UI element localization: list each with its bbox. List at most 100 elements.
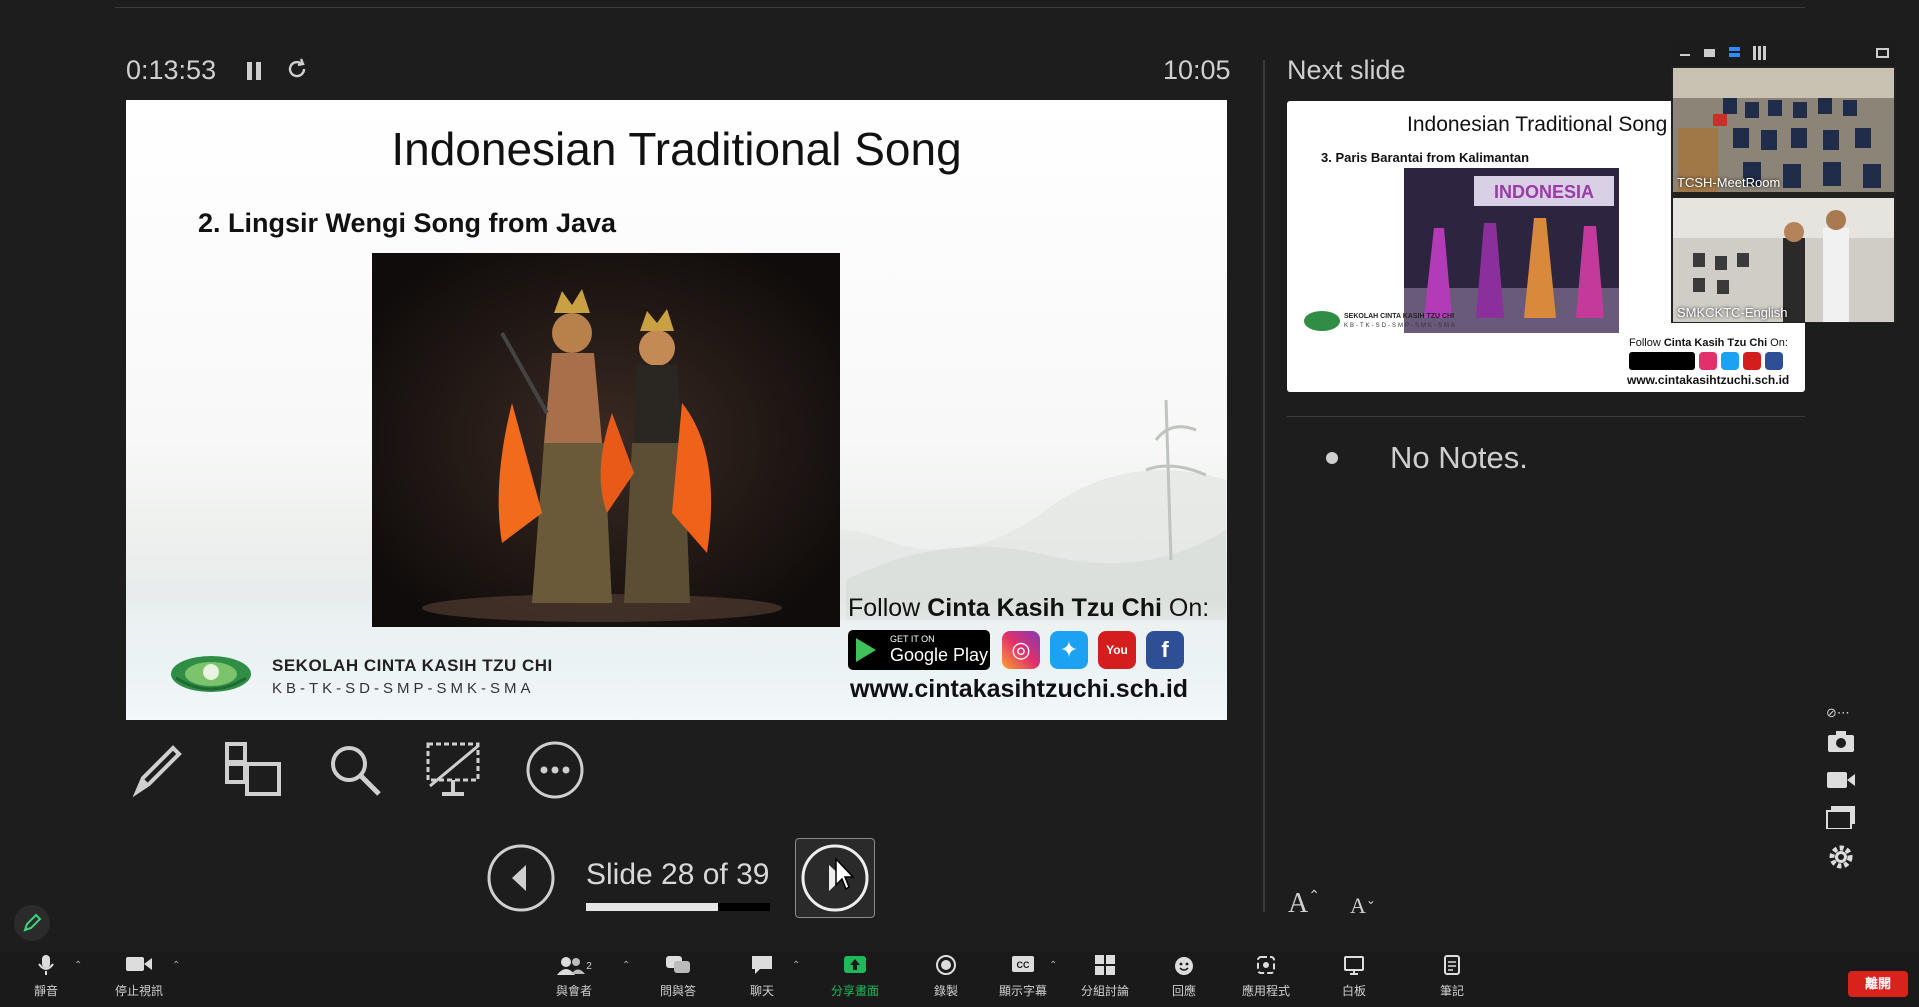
annotate-pencil-icon[interactable] [14, 905, 50, 941]
clock: 10:05 [1163, 55, 1231, 85]
next-school-logo [1304, 311, 1340, 331]
video-tile[interactable]: SMKCKTC-English [1673, 198, 1894, 322]
mute-button[interactable]: 靜音 [28, 954, 64, 999]
pane-divider [1263, 60, 1265, 912]
black-screen-icon[interactable] [424, 740, 484, 800]
microphone-icon [28, 954, 64, 980]
elapsed-timer: 0:13:53 [126, 55, 217, 85]
share-screen-button[interactable]: 分享畫面 [828, 954, 882, 999]
slide-title: Indonesian Traditional Song [391, 123, 962, 175]
gallery-view-icon[interactable] [1753, 46, 1767, 60]
next-slide-subtitle: 3. Paris Barantai from Kalimantan [1321, 150, 1530, 165]
captions-options-caret[interactable]: ⌃ [1049, 960, 1057, 971]
next-slide-label: Next slide [1287, 55, 1406, 85]
next-follow-text: Follow Cinta Kasih Tzu Chi On: [1629, 337, 1788, 349]
chat-button[interactable]: 聊天 [744, 954, 780, 999]
closed-captions-icon: CC [996, 954, 1050, 980]
record-button[interactable]: 錄製 [928, 954, 964, 999]
breakout-rooms-icon [1078, 954, 1132, 980]
record-video-icon[interactable] [1826, 768, 1858, 796]
stop-video-button[interactable]: 停止視訊 [110, 954, 168, 999]
next-slide-title: Indonesian Traditional Song [1407, 113, 1668, 136]
chat-options-caret[interactable]: ⌃ [792, 960, 800, 971]
meeting-toolbar: 靜音 ⌃ 停止視訊 ⌃ 2 與會者 ⌃ 問與答 聊天 ⌃ 分享畫面 錄製 CC … [0, 952, 1919, 1007]
increase-font-icon[interactable]: A⌃ [1288, 888, 1320, 920]
whiteboard-icon [1338, 954, 1370, 980]
qa-icon [656, 954, 700, 980]
facebook-icon: f [1146, 631, 1184, 669]
speaker-notes: No Notes. [1390, 440, 1528, 475]
settings-gear-icon[interactable] [1826, 843, 1858, 871]
svg-text:INDONESIA: INDONESIA [1494, 182, 1594, 202]
next-google-play-badge [1629, 352, 1695, 370]
video-camera-icon [110, 954, 168, 980]
share-screen-icon [828, 954, 882, 980]
hide-video-icon[interactable] [1704, 49, 1715, 57]
next-slide-url: www.cintakasihtzuchi.sch.id [1627, 373, 1790, 387]
more-options-icon[interactable] [525, 740, 585, 800]
school-levels: KB-TK-SD-SMP-SMK-SMA [272, 680, 535, 697]
notes-divider [1287, 416, 1805, 417]
notes-button[interactable]: 筆記 [1436, 954, 1468, 999]
decrease-font-icon[interactable]: A⌄ [1350, 893, 1376, 919]
next-instagram-icon [1699, 352, 1717, 370]
next-school-levels: KB-TK-SD-SMP-SMK-SMA [1344, 323, 1458, 329]
apps-icon [1238, 954, 1294, 980]
audio-options-caret[interactable]: ⌃ [74, 960, 82, 971]
notes-bullet [1326, 452, 1338, 464]
school-name: SEKOLAH CINTA KASIH TZU CHI [272, 656, 553, 675]
next-slide-photo: INDONESIA [1404, 168, 1619, 333]
next-facebook-icon [1765, 352, 1783, 370]
top-divider [115, 7, 1805, 8]
participant-name: SMKCKTC-English [1677, 305, 1788, 320]
participants-options-caret[interactable]: ⌃ [622, 960, 630, 971]
apps-button[interactable]: 應用程式 [1238, 954, 1294, 999]
next-twitter-icon [1721, 352, 1739, 370]
pen-tool-icon[interactable] [127, 740, 187, 800]
slide-counter: Slide 28 of 39 [586, 858, 770, 891]
qa-button[interactable]: 問與答 [656, 954, 700, 999]
participant-name: TCSH-MeetRoom [1677, 175, 1781, 190]
slide-progress-bar [586, 903, 770, 911]
video-gallery: TCSH-MeetRoom SMKCKTC-English [1671, 40, 1896, 323]
youtube-icon: You [1098, 631, 1136, 669]
zoom-icon[interactable] [325, 740, 385, 800]
whiteboard-button[interactable]: 白板 [1338, 954, 1370, 999]
instagram-icon: ◎ [1002, 631, 1040, 669]
speaker-view-icon[interactable] [1729, 47, 1740, 51]
twitter-icon: ✦ [1050, 631, 1088, 669]
previous-slide-button[interactable] [486, 843, 556, 913]
dancers-photo [372, 253, 840, 627]
camera-snapshot-icon[interactable] [1826, 730, 1858, 758]
leave-meeting-button[interactable]: 離開 [1848, 971, 1908, 997]
pause-timer-icon[interactable] [244, 58, 264, 89]
video-options-caret[interactable]: ⌃ [172, 960, 180, 971]
reset-timer-icon[interactable] [285, 57, 309, 88]
record-icon [928, 954, 964, 980]
participants-icon: 2 [550, 954, 598, 980]
next-school-name: SEKOLAH CINTA KASIH TZU CHI [1344, 313, 1455, 320]
gallery-toolbar [1671, 40, 1896, 66]
smiley-icon [1168, 954, 1200, 980]
captions-button[interactable]: CC 顯示字幕 [996, 954, 1050, 999]
google-play-badge: GET IT ON Google Play [848, 630, 990, 670]
all-slides-icon[interactable] [225, 740, 285, 800]
minimize-gallery-icon[interactable] [1680, 54, 1690, 56]
next-youtube-icon [1743, 352, 1761, 370]
link-options-icon[interactable]: ⊘⋯ [1826, 705, 1858, 733]
slide-subtitle: 2. Lingsir Wengi Song from Java [198, 208, 617, 238]
school-logo [171, 656, 251, 692]
next-slide-button[interactable] [795, 838, 875, 918]
slide-url: www.cintakasihtzuchi.sch.id [850, 675, 1189, 703]
current-slide: Indonesian Traditional Song 2. Lingsir W… [126, 100, 1227, 720]
notes-icon [1436, 954, 1468, 980]
chat-icon [744, 954, 780, 980]
svg-text:CC: CC [1017, 960, 1030, 970]
picture-in-picture-icon[interactable] [1826, 805, 1858, 833]
video-tile[interactable]: TCSH-MeetRoom [1673, 68, 1894, 192]
reactions-button[interactable]: 回應 [1168, 954, 1200, 999]
follow-text: Follow Cinta Kasih Tzu Chi On: [848, 594, 1210, 622]
breakout-rooms-button[interactable]: 分組討論 [1078, 954, 1132, 999]
participants-button[interactable]: 2 與會者 [550, 954, 598, 999]
pop-out-icon[interactable] [1876, 48, 1889, 58]
